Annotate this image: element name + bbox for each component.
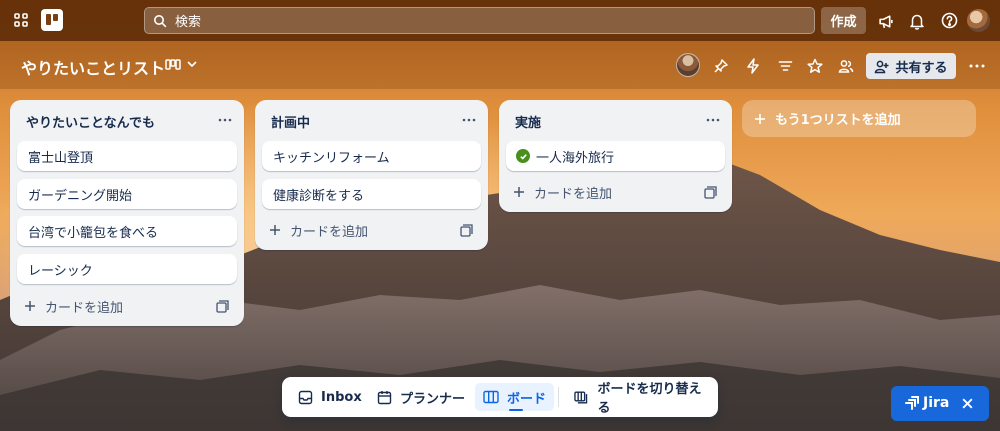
add-card-label: カードを追加 <box>534 186 613 202</box>
switcher-divider <box>558 387 559 407</box>
list-column: 計画中 キッチンリフォーム 健康診断をする カードを追加 <box>255 100 488 250</box>
card[interactable]: ガーデニング開始 <box>17 179 237 209</box>
switch-board-button[interactable]: ボードを切り替える <box>566 382 718 416</box>
card-template-icon[interactable] <box>460 224 473 237</box>
board-header: やりたいことリスト 共有する <box>0 41 1000 89</box>
list-title[interactable]: 実施 <box>515 112 541 131</box>
more-options-icon[interactable] <box>968 57 986 75</box>
add-list-button[interactable]: もう1つリストを追加 <box>742 100 976 137</box>
switch-boards-icon <box>574 391 588 404</box>
card[interactable]: 一人海外旅行 <box>506 141 725 171</box>
app-switcher-icon[interactable] <box>12 11 30 29</box>
top-navigation-bar: 検索 作成 <box>0 0 1000 41</box>
create-button[interactable]: 作成 <box>821 7 866 34</box>
search-icon <box>154 14 167 27</box>
list-menu-icon[interactable] <box>706 113 720 127</box>
add-card-button[interactable]: カードを追加 <box>513 181 612 203</box>
notification-bell-icon[interactable] <box>907 11 927 31</box>
megaphone-icon[interactable] <box>876 11 896 31</box>
list-title[interactable]: やりたいことなんでも <box>26 112 155 131</box>
card-title: キッチンリフォーム <box>273 150 390 166</box>
user-avatar[interactable] <box>967 9 990 32</box>
board-tab[interactable]: ボード <box>475 383 555 411</box>
help-icon[interactable] <box>939 10 959 30</box>
list-column: やりたいことなんでも 富士山登頂 ガーデニング開始 台湾で小籠包を食べる レーシ… <box>10 100 244 326</box>
card-title: 健康診断をする <box>273 188 365 204</box>
card-title: 台湾で小籠包を食べる <box>28 225 159 241</box>
active-tab-indicator <box>509 409 523 411</box>
add-card-label: カードを追加 <box>45 300 124 316</box>
card-template-icon[interactable] <box>216 300 229 313</box>
card-title: 富士山登頂 <box>28 150 94 166</box>
card[interactable]: 健康診断をする <box>262 179 481 209</box>
close-icon[interactable] <box>961 397 974 410</box>
add-list-label: もう1つリストを追加 <box>775 113 901 128</box>
jira-logo-icon <box>905 396 919 410</box>
card-title: ガーデニング開始 <box>28 188 133 204</box>
filter-icon[interactable] <box>776 57 794 75</box>
bottom-view-switcher: Inbox プランナー ボード ボードを切り替える <box>282 377 718 417</box>
card[interactable]: 台湾で小籠包を食べる <box>17 216 237 246</box>
automation-bolt-icon[interactable] <box>744 57 762 75</box>
list-menu-icon[interactable] <box>462 113 476 127</box>
card-template-icon[interactable] <box>704 186 717 199</box>
list-column: 実施 一人海外旅行 カードを追加 <box>499 100 732 212</box>
calendar-icon <box>377 390 392 404</box>
inbox-tab[interactable]: Inbox <box>290 383 370 411</box>
card[interactable]: レーシック <box>17 254 237 284</box>
card[interactable]: キッチンリフォーム <box>262 141 481 171</box>
jira-promo-button[interactable]: Jira <box>891 386 989 421</box>
planner-label: プランナー <box>400 391 466 407</box>
star-icon[interactable] <box>806 57 824 75</box>
plus-icon <box>755 113 765 124</box>
switch-board-label: ボードを切り替える <box>597 382 702 416</box>
search-bar[interactable]: 検索 <box>144 7 815 34</box>
planner-tab[interactable]: プランナー <box>369 383 473 411</box>
plus-icon <box>514 187 524 197</box>
chevron-down-icon[interactable] <box>186 58 198 70</box>
completed-check-icon[interactable] <box>516 149 530 163</box>
share-button[interactable]: 共有する <box>866 53 956 79</box>
add-card-button[interactable]: カードを追加 <box>24 295 123 317</box>
list-title[interactable]: 計画中 <box>271 112 310 131</box>
card-title: レーシック <box>28 263 93 279</box>
power-up-icon[interactable] <box>712 57 730 75</box>
jira-label: Jira <box>923 395 950 411</box>
board-icon <box>483 390 499 404</box>
board-label: ボード <box>507 391 547 407</box>
board-title[interactable]: やりたいことリスト <box>21 55 165 79</box>
list-menu-icon[interactable] <box>218 113 232 127</box>
share-button-label: 共有する <box>895 60 948 76</box>
card-title: 一人海外旅行 <box>536 150 615 166</box>
card[interactable]: 富士山登頂 <box>17 141 237 171</box>
add-card-label: カードを追加 <box>290 224 369 240</box>
plus-icon <box>270 225 280 235</box>
plus-icon <box>25 301 35 311</box>
search-placeholder: 検索 <box>175 15 202 30</box>
trello-logo-icon[interactable] <box>41 9 63 31</box>
board-member-avatar[interactable] <box>676 53 700 77</box>
visibility-people-icon[interactable] <box>837 57 855 75</box>
add-card-button[interactable]: カードを追加 <box>269 219 368 241</box>
inbox-label: Inbox <box>321 389 362 405</box>
inbox-icon <box>298 390 313 404</box>
add-person-icon <box>875 60 889 73</box>
board-view-icon[interactable] <box>164 57 181 73</box>
